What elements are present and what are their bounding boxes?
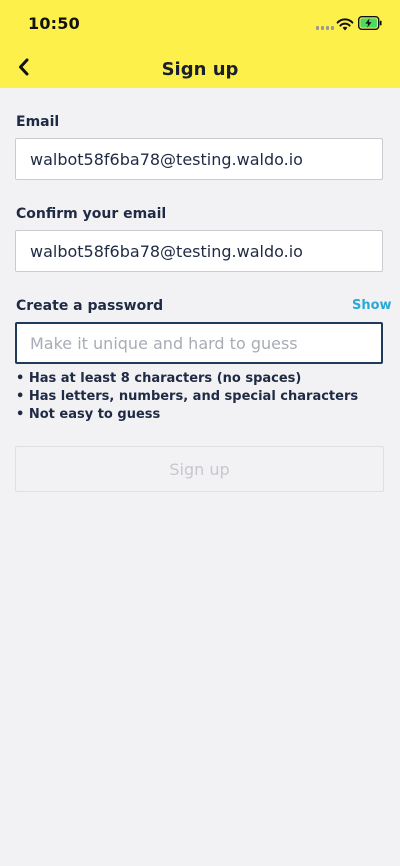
- cellular-signal-icon: [316, 26, 334, 30]
- confirm-email-field[interactable]: walbot58f6ba78@testing.waldo.io: [15, 230, 383, 272]
- sign-up-button[interactable]: Sign up: [15, 446, 384, 492]
- password-rule: • Has at least 8 characters (no spaces): [16, 371, 302, 386]
- status-bar: 10:50: [0, 0, 400, 46]
- email-field[interactable]: walbot58f6ba78@testing.waldo.io: [15, 138, 383, 180]
- battery-charging-icon: [358, 16, 382, 30]
- password-rule: • Has letters, numbers, and special char…: [16, 389, 359, 404]
- confirm-email-field-value: walbot58f6ba78@testing.waldo.io: [30, 241, 303, 261]
- header: 10:50 Sign up: [0, 0, 400, 88]
- password-label: Create a password: [16, 298, 164, 314]
- email-label: Email: [16, 114, 60, 130]
- password-rules: • Has at least 8 characters (no spaces) …: [16, 370, 358, 424]
- page-title: Sign up: [161, 59, 239, 80]
- password-field[interactable]: Make it unique and hard to guess: [15, 322, 383, 364]
- nav-bar: Sign up: [0, 46, 400, 88]
- wifi-icon: [336, 18, 354, 31]
- show-password-button[interactable]: Show: [352, 298, 392, 313]
- confirm-email-label: Confirm your email: [16, 206, 167, 222]
- password-placeholder: Make it unique and hard to guess: [30, 333, 298, 353]
- status-time: 10:50: [28, 14, 80, 33]
- email-field-value: walbot58f6ba78@testing.waldo.io: [30, 149, 303, 169]
- password-rule: • Not easy to guess: [16, 407, 161, 422]
